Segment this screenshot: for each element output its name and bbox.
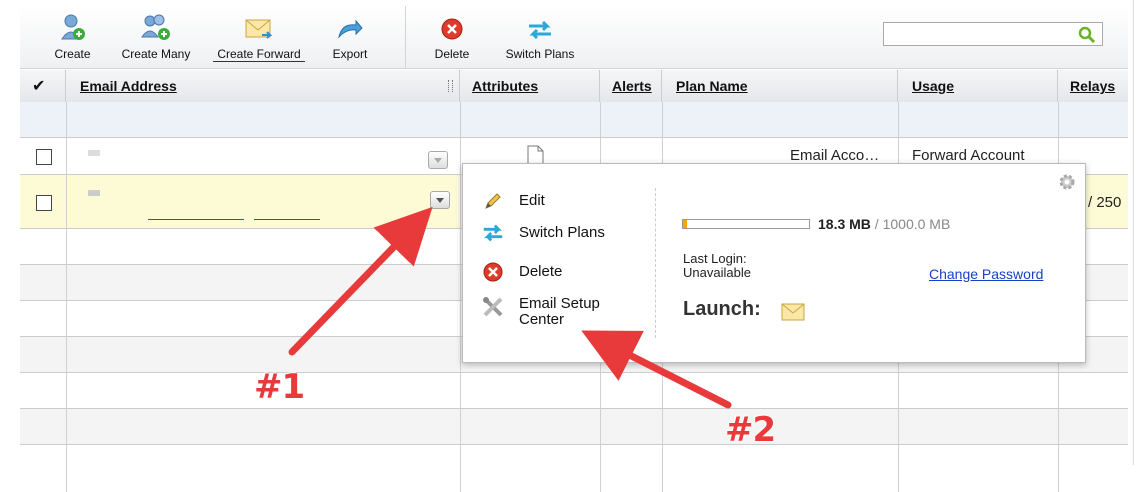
annotation-label-2: #2 (725, 410, 776, 450)
annotation-label-1: #1 (254, 367, 305, 407)
pencil-icon (481, 190, 505, 212)
create-many-label: Create Many (121, 47, 191, 61)
row-checkbox[interactable] (36, 149, 52, 165)
column-attributes[interactable]: Attributes (460, 70, 600, 102)
export-label: Export (332, 47, 368, 61)
delete-label: Delete (434, 47, 470, 61)
column-relays[interactable]: Relays (1058, 70, 1128, 102)
usage-cell: Forward Account (912, 147, 1025, 164)
row-actions-dropdown[interactable] (428, 151, 448, 169)
email-value-redacted (88, 190, 100, 196)
switch-arrows-icon (481, 222, 505, 244)
row-checkbox[interactable] (36, 195, 52, 211)
quota-progress-bar (682, 219, 810, 229)
search-input[interactable] (887, 23, 1071, 45)
launch-label: Launch: (683, 298, 761, 321)
email-setup-line2: Center (519, 311, 565, 328)
column-email[interactable]: Email Address (66, 70, 460, 102)
row-actions-dropdown[interactable] (430, 191, 450, 209)
add-user-icon (50, 11, 95, 41)
create-forward-label: Create Forward (213, 47, 305, 62)
menu-item-edit-label: Edit (519, 192, 545, 209)
toolbar: Create Create Many Create Forward Export… (20, 6, 1128, 69)
last-login-label: Last Login: (683, 251, 747, 266)
column-usage-label: Usage (912, 78, 955, 94)
table-header: ✔ Email Address Attributes Alerts Plan N… (20, 70, 1128, 103)
switch-plans-label: Switch Plans (505, 47, 575, 61)
create-forward-button[interactable]: Create Forward (213, 6, 305, 68)
account-actions-popup: Edit Switch Plans Delete Email Setup Cen… (462, 163, 1086, 363)
column-plan-label: Plan Name (676, 78, 748, 94)
toolbar-separator (405, 6, 406, 68)
switch-plans-button[interactable]: Switch Plans (500, 6, 580, 68)
last-login-value: Unavailable (683, 265, 751, 280)
select-all-check[interactable]: ✔ (20, 70, 66, 102)
menu-item-email-setup-label: Email Setup Center (519, 296, 600, 328)
column-resize-handle[interactable] (448, 80, 453, 92)
search-box (883, 22, 1103, 46)
forward-envelope-icon (213, 11, 305, 41)
quota-progress-fill (683, 220, 687, 228)
column-divider (66, 102, 67, 492)
change-password-link[interactable]: Change Password (929, 266, 1043, 282)
email-setup-line1: Email Setup (519, 295, 600, 312)
menu-item-edit[interactable]: Edit (481, 190, 545, 212)
table-row (20, 102, 1128, 138)
email-link-redacted[interactable] (148, 219, 244, 220)
column-alerts-label: Alerts (612, 78, 652, 94)
last-login: Last Login: Unavailable (683, 252, 751, 280)
launch-text: Launch: (683, 298, 761, 320)
menu-item-delete[interactable]: Delete (481, 261, 562, 283)
column-plan[interactable]: Plan Name (662, 70, 898, 102)
menu-item-switch-plans-label: Switch Plans (519, 224, 605, 241)
create-label: Create (54, 47, 91, 61)
create-many-button[interactable]: Create Many (116, 6, 196, 68)
switch-arrows-icon (500, 11, 580, 41)
menu-item-email-setup-center[interactable]: Email Setup Center (481, 296, 600, 328)
column-email-label: Email Address (80, 78, 177, 94)
quota-total: / 1000.0 MB (870, 216, 951, 232)
menu-item-switch-plans[interactable]: Switch Plans (481, 222, 605, 244)
delete-button[interactable]: Delete (430, 6, 474, 68)
column-alerts[interactable]: Alerts (600, 70, 662, 102)
export-icon (328, 11, 372, 41)
column-divider (460, 102, 461, 492)
webmail-envelope-icon[interactable] (781, 302, 805, 325)
search-icon[interactable] (1078, 26, 1096, 47)
delete-icon (481, 261, 505, 283)
check-mark-icon: ✔ (32, 78, 46, 95)
table-row (20, 409, 1128, 445)
column-usage[interactable]: Usage (898, 70, 1058, 102)
delete-icon (430, 11, 474, 41)
scroll-edge (1133, 0, 1140, 465)
tools-icon (481, 296, 505, 318)
email-value-redacted (88, 150, 100, 156)
email-link-redacted[interactable] (254, 219, 320, 220)
table-row (20, 373, 1128, 409)
quota-used: 18.3 MB (818, 216, 871, 232)
plan-name-cell: Email Acco… (790, 147, 880, 164)
column-attributes-label: Attributes (472, 78, 539, 94)
quota-text: 18.3 MB / 1000.0 MB (818, 216, 950, 232)
column-relays-label: Relays (1070, 78, 1116, 94)
export-button[interactable]: Export (328, 6, 372, 68)
menu-item-delete-label: Delete (519, 263, 563, 280)
add-users-icon (116, 11, 196, 41)
gear-icon[interactable] (1057, 172, 1077, 195)
popup-separator (655, 188, 656, 338)
table-row (20, 445, 1128, 465)
relays-cell: / 250 (1088, 194, 1122, 211)
create-button[interactable]: Create (50, 6, 95, 68)
